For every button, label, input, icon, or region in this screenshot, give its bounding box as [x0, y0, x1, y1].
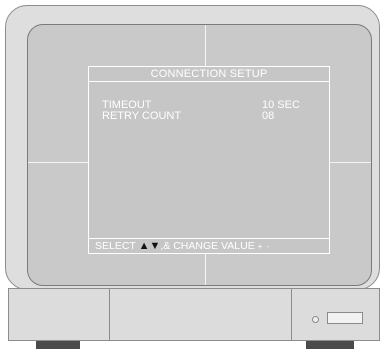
- base-divider: [291, 289, 292, 340]
- osd-help-bar: SELECT ▲▼,& CHANGE VALUE + -: [89, 238, 329, 253]
- power-button[interactable]: [327, 312, 363, 324]
- monitor-bezel: CONNECTION SETUP TIMEOUT 10 SEC RETRY CO…: [5, 5, 380, 290]
- up-down-arrows-icon: ▲▼: [138, 240, 161, 252]
- osd-menu-window: CONNECTION SETUP TIMEOUT 10 SEC RETRY CO…: [88, 66, 330, 254]
- monitor-foot-left: [36, 341, 80, 349]
- monitor-screen: CONNECTION SETUP TIMEOUT 10 SEC RETRY CO…: [27, 24, 372, 286]
- plus-minus-icon: + -: [257, 242, 271, 251]
- osd-title: CONNECTION SETUP: [89, 67, 329, 82]
- help-change-text: ,& CHANGE VALUE: [160, 240, 255, 252]
- setting-row-retry-count[interactable]: RETRY COUNT 08: [102, 110, 315, 123]
- power-led-icon: [312, 316, 319, 323]
- help-select-text: SELECT: [95, 240, 136, 252]
- monitor-foot-right: [306, 341, 354, 349]
- base-divider: [109, 289, 110, 340]
- osd-settings-list: TIMEOUT 10 SEC RETRY COUNT 08: [89, 81, 329, 239]
- monitor-base: [8, 288, 380, 341]
- setting-label-retry-count: RETRY COUNT: [102, 110, 182, 122]
- setting-value-retry-count[interactable]: 08: [262, 110, 274, 123]
